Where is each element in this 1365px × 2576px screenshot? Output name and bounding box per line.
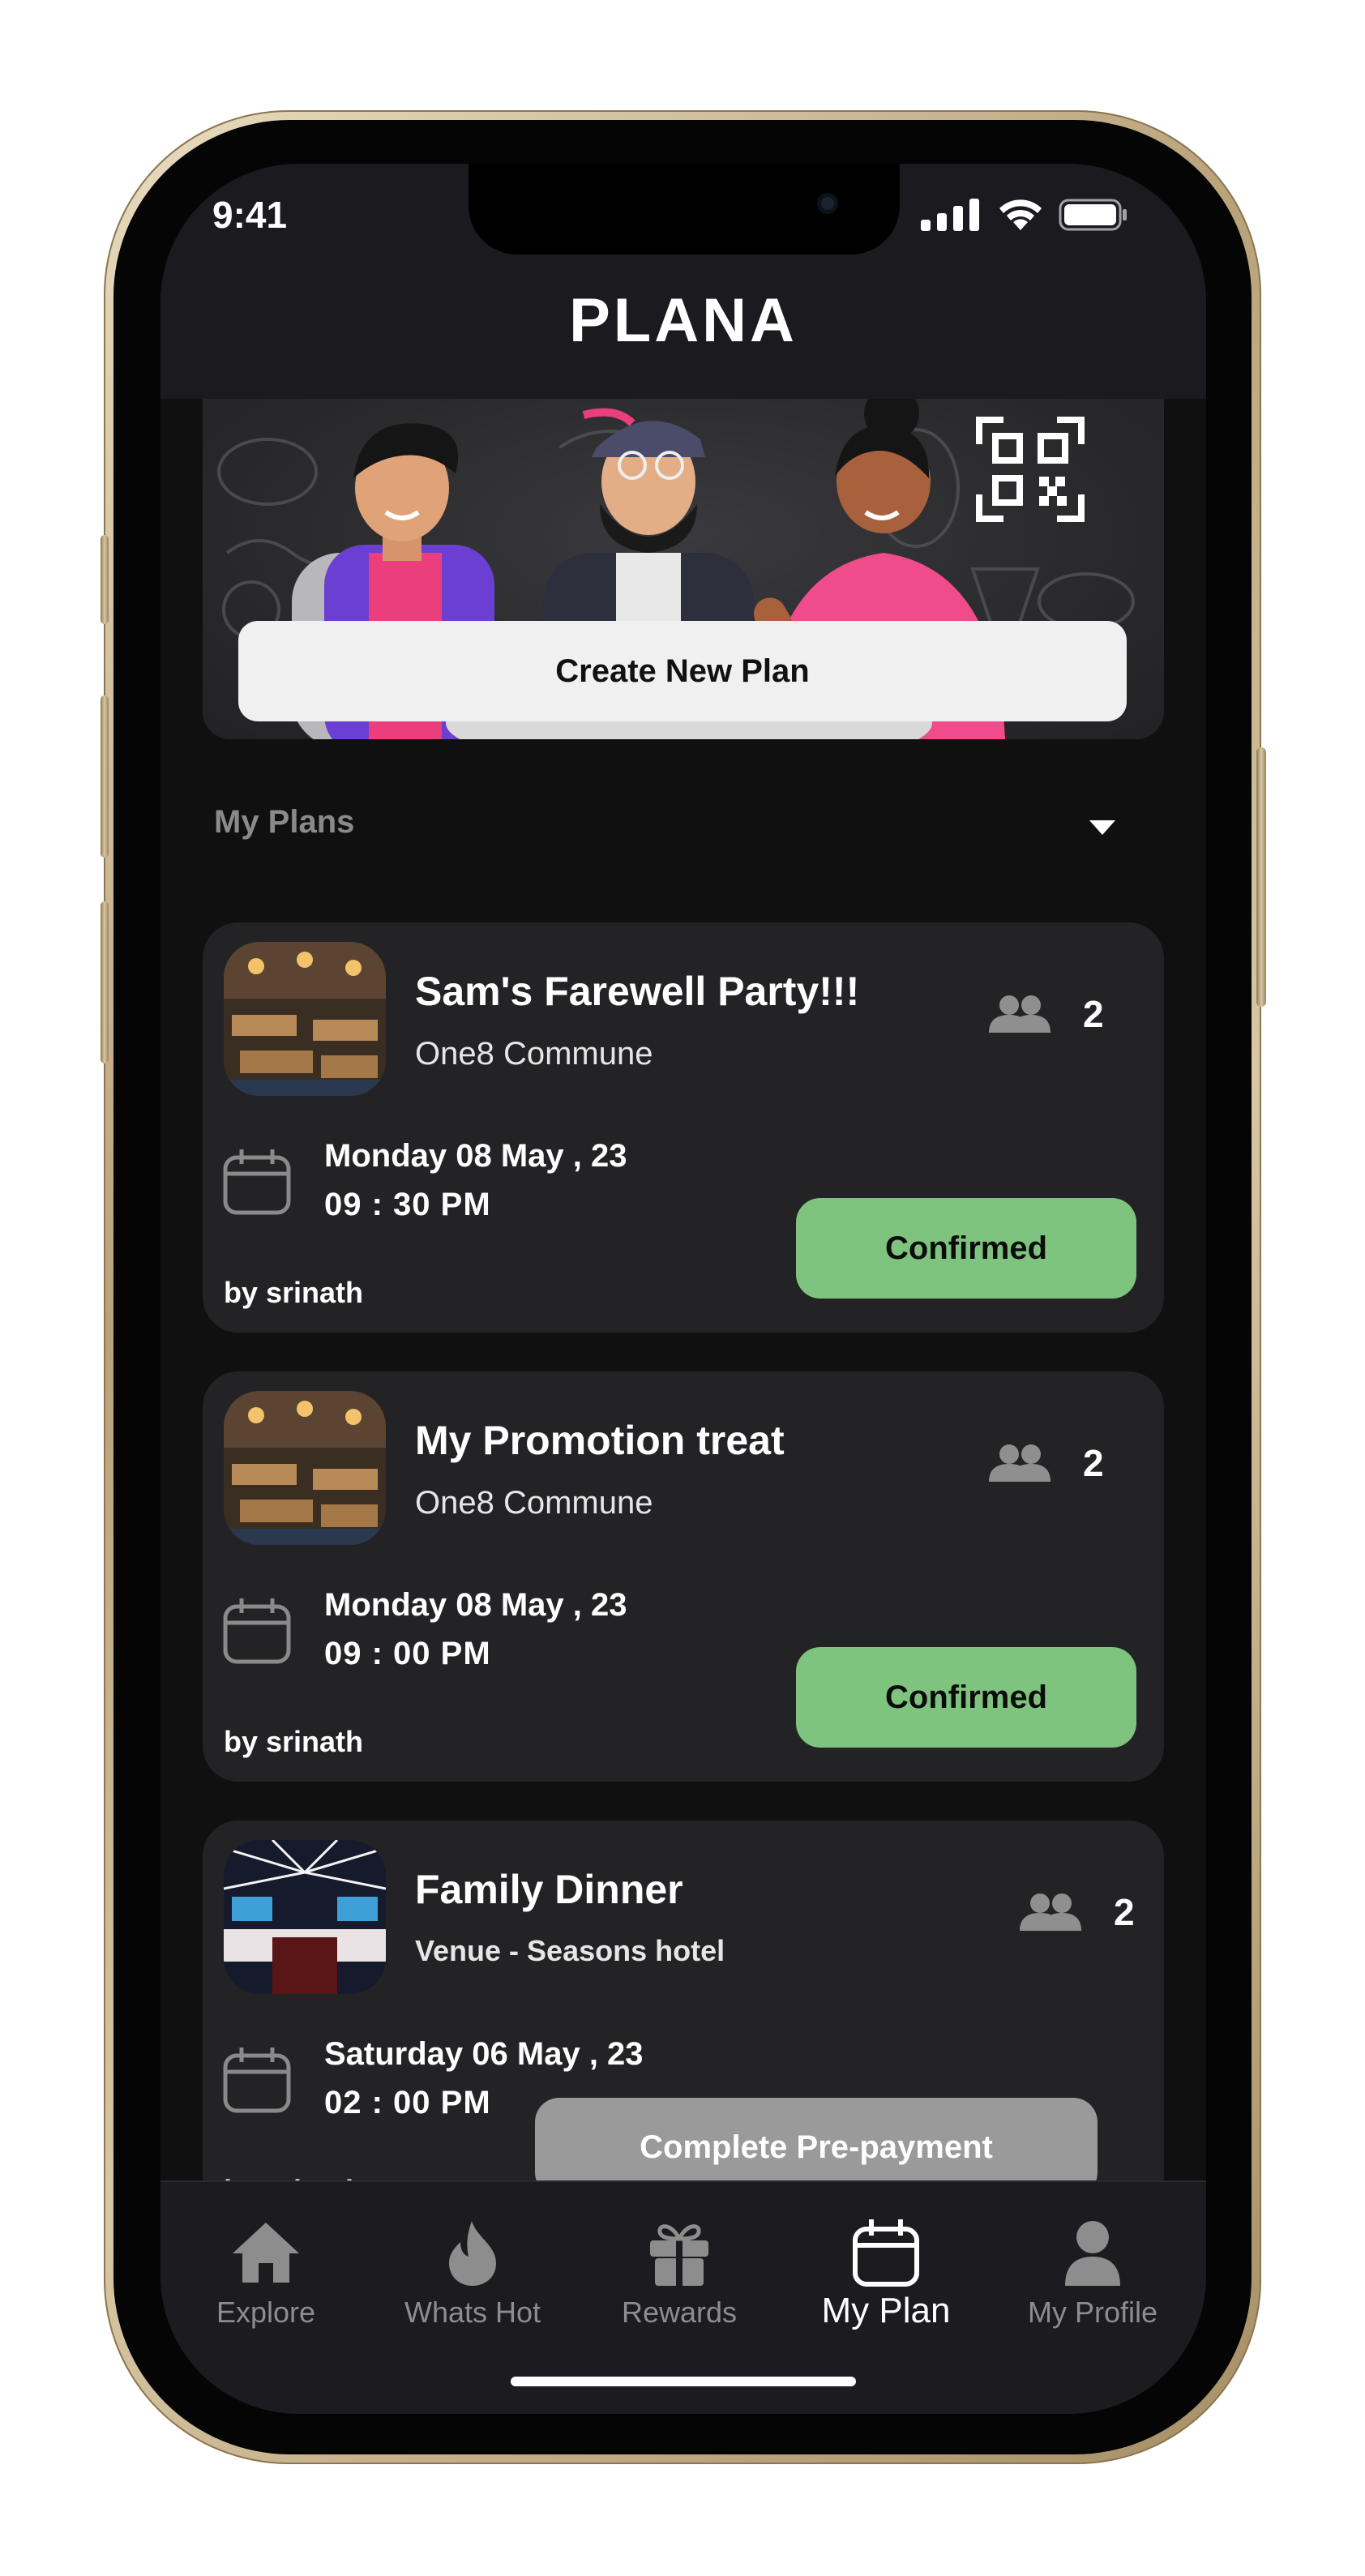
people-icon bbox=[989, 1444, 1050, 1482]
attendee-count: 2 bbox=[987, 992, 1104, 1036]
home-indicator[interactable] bbox=[511, 2377, 856, 2386]
plan-time: 09 : 00 PM bbox=[324, 1636, 491, 1671]
status-icons bbox=[921, 198, 1128, 232]
plan-date: Monday 08 May , 23 bbox=[324, 1138, 627, 1174]
attendee-count-value: 2 bbox=[1083, 993, 1104, 1035]
confirmed-button[interactable]: Confirmed bbox=[796, 1647, 1136, 1748]
nav-label: My Plan bbox=[821, 2291, 951, 2330]
status-time: 9:41 bbox=[212, 194, 288, 236]
venue-thumbnail bbox=[224, 942, 386, 1096]
calendar-icon bbox=[223, 1598, 291, 1664]
nav-rewards[interactable]: Rewards bbox=[582, 2218, 777, 2330]
nav-label: Whats Hot bbox=[404, 2296, 541, 2329]
plan-venue: One8 Commune bbox=[415, 1036, 653, 1072]
hero-banner: Create New Plan bbox=[203, 399, 1164, 739]
caret-down-icon[interactable] bbox=[1088, 819, 1117, 837]
create-new-plan-button[interactable]: Create New Plan bbox=[238, 621, 1127, 721]
plan-time: 02 : 00 PM bbox=[324, 2085, 491, 2120]
wifi-icon bbox=[999, 199, 1042, 230]
volume-up-button bbox=[101, 695, 109, 858]
plan-venue: Venue - Seasons hotel bbox=[415, 1934, 725, 1967]
front-camera bbox=[817, 193, 838, 214]
people-icon bbox=[989, 995, 1050, 1033]
plan-organizer: by srinath bbox=[224, 1276, 364, 1309]
plan-date: Saturday 06 May , 23 bbox=[324, 2036, 644, 2072]
plan-time: 09 : 30 PM bbox=[324, 1187, 491, 1222]
app-logo: PLANA bbox=[569, 286, 798, 355]
plan-card[interactable]: Sam's Farewell Party!!! One8 Commune 2 M… bbox=[203, 922, 1164, 1333]
venue-thumbnail bbox=[224, 1840, 386, 1994]
my-plans-heading: My Plans bbox=[214, 804, 355, 840]
nav-explore[interactable]: Explore bbox=[169, 2218, 363, 2330]
plan-title: My Promotion treat bbox=[415, 1418, 785, 1463]
power-button bbox=[1256, 747, 1266, 1007]
attendee-count: 2 bbox=[987, 1441, 1104, 1485]
mute-switch bbox=[101, 535, 109, 624]
person-icon bbox=[1065, 2221, 1120, 2286]
volume-down-button bbox=[101, 901, 109, 1063]
plan-date: Monday 08 May , 23 bbox=[324, 1587, 627, 1623]
calendar-icon bbox=[853, 2219, 919, 2287]
calendar-icon bbox=[223, 1149, 291, 1215]
battery-icon bbox=[1059, 199, 1127, 231]
nav-label: Explore bbox=[216, 2296, 316, 2329]
plan-title: Family Dinner bbox=[415, 1867, 683, 1912]
nav-whats-hot[interactable]: Whats Hot bbox=[375, 2218, 570, 2330]
plan-venue: One8 Commune bbox=[415, 1485, 653, 1521]
nav-my-profile[interactable]: My Profile bbox=[995, 2218, 1190, 2330]
gift-icon bbox=[650, 2224, 708, 2286]
calendar-icon bbox=[223, 2048, 291, 2113]
app-screen: 9:41 PLANA Create New Plan My Plans Sam'… bbox=[160, 164, 1206, 2414]
plan-title: Sam's Farewell Party!!! bbox=[415, 969, 860, 1014]
plan-card[interactable]: My Promotion treat One8 Commune 2 Monday… bbox=[203, 1371, 1164, 1782]
venue-thumbnail bbox=[224, 1391, 386, 1545]
plan-organizer: by srinath bbox=[224, 1725, 364, 1758]
flame-icon bbox=[449, 2221, 496, 2286]
attendee-count-value: 2 bbox=[1114, 1891, 1135, 1933]
qr-code-icon[interactable] bbox=[976, 417, 1085, 522]
home-icon bbox=[233, 2223, 299, 2283]
attendee-count: 2 bbox=[1018, 1890, 1135, 1934]
nav-label: My Profile bbox=[1027, 2296, 1158, 2329]
people-icon bbox=[1020, 1893, 1081, 1931]
signal-icon bbox=[921, 199, 979, 231]
nav-label: Rewards bbox=[621, 2296, 738, 2329]
attendee-count-value: 2 bbox=[1083, 1442, 1104, 1484]
notch bbox=[469, 164, 900, 255]
nav-my-plan[interactable]: My Plan bbox=[789, 2218, 983, 2331]
confirmed-button[interactable]: Confirmed bbox=[796, 1198, 1136, 1299]
